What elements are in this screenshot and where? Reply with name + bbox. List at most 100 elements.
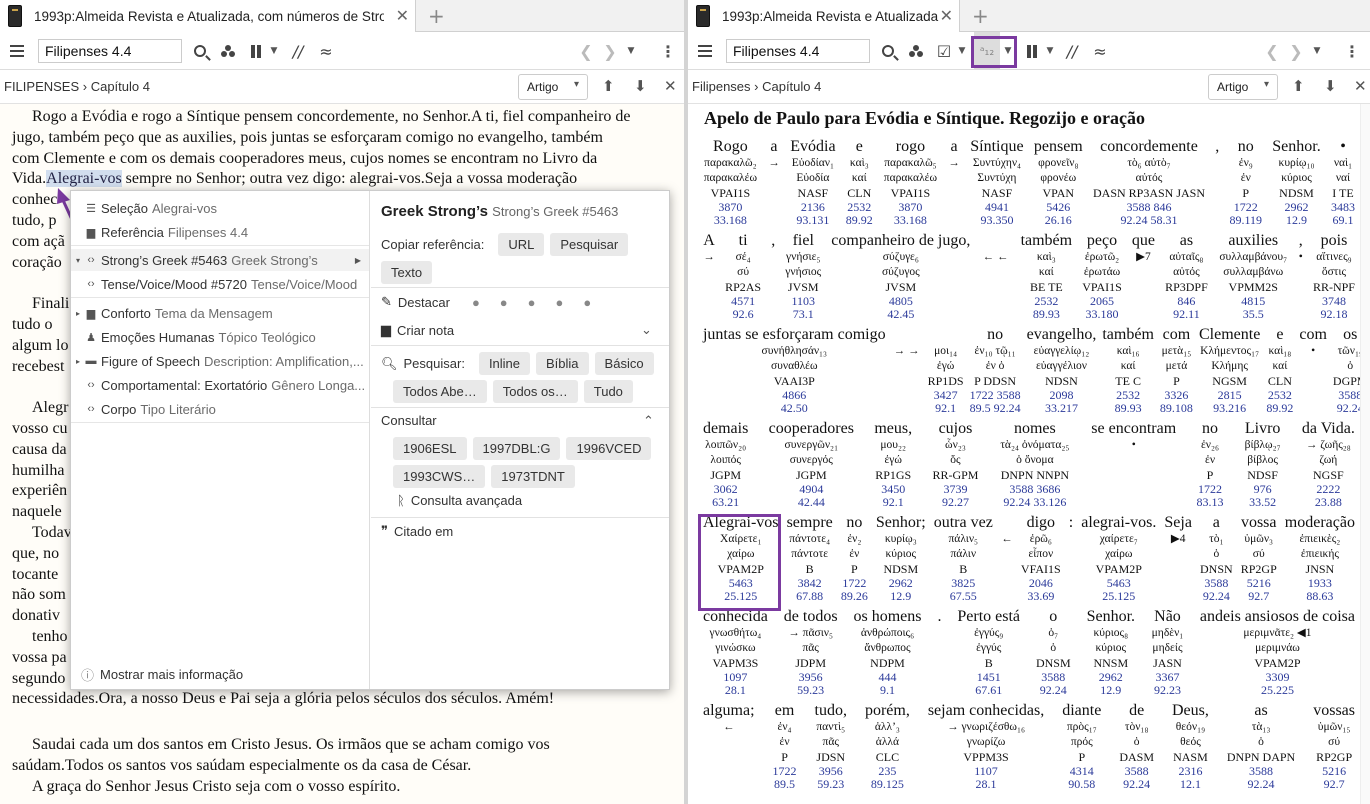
view-mode-dropdown[interactable]: Artigo (1208, 74, 1278, 100)
menu-item-figure-of-speech[interactable]: ▸ ▬ Figure of Speech Description: Amplifica… (71, 350, 369, 372)
interlinear-word[interactable]: , (770, 232, 776, 306)
parallel-icon[interactable] (246, 32, 266, 70)
interlinear-word[interactable]: Não μηδὲν₁ μηδείς JASN 3367 92.23 (1150, 608, 1185, 697)
interlinear-word[interactable]: juntas se esforçaram comigo συνήθλησάν₁₃ σ… (702, 326, 887, 415)
new-tab-icon[interactable]: + (972, 4, 989, 28)
interlinear-word[interactable]: alguma; ← (702, 702, 756, 776)
interlinear-word[interactable]: Evódia Εὐοδίαν₁ Εὐοδία NASF 2136 93.131 (789, 138, 836, 227)
more-options-icon[interactable]: ⋮ (1344, 32, 1360, 70)
interlinear-word[interactable]: Senhor. κύριος₈ κύριος NNSM 2962 12.9 (1086, 608, 1136, 697)
interlinear-word[interactable]: tudo, παντὶ₅ πᾶς JDSN 3956 59.23 (814, 702, 848, 791)
interlinear-word[interactable]: conhecida γνωσθήτω₄ γινώσκω VAPM3S 1097 28.1 (702, 608, 769, 697)
interlinear-word[interactable]: alegrai-vos. χαίρετε₇ χαίρω VPAM2P 5463 25.12… (1080, 514, 1157, 603)
interlinear-word[interactable]: ← ← (979, 232, 1011, 306)
more-options-icon[interactable]: ⋮ (660, 32, 676, 70)
lookup-source-button[interactable]: 1997DBL:G (472, 437, 561, 460)
visual-filter-icon[interactable] (218, 32, 238, 70)
breadcrumb[interactable]: FILIPENSES › Capítulo 4 (4, 79, 150, 94)
close-panel-icon[interactable]: ✕ (664, 77, 677, 95)
text-compare-icon[interactable]: ≈ (316, 32, 336, 70)
search-icon[interactable] (190, 32, 210, 70)
interlinear-word[interactable]: pois αἵτινες₉ ὅστις RR-NPF 3748 92.18 (1312, 232, 1356, 321)
interlinear-word[interactable]: pensem φρονεῖν₈ φρονέω VPAN 5426 26.16 (1033, 138, 1084, 227)
view-mode-dropdown[interactable]: Artigo (518, 74, 588, 100)
interlinear-word[interactable]: → → (891, 326, 923, 400)
interlinear-word[interactable]: peço ἐρωτῶ₂ ἐρωτάω VPAI1S 2065 33.180 (1081, 232, 1123, 321)
reference-input[interactable]: Filipenses 4.4 (38, 39, 182, 63)
breadcrumb-book[interactable]: Filipenses (692, 79, 751, 94)
parallel-icon[interactable] (1022, 32, 1042, 70)
breadcrumb-book[interactable]: FILIPENSES (4, 79, 79, 94)
interlinear-word[interactable]: Deus, θεόν₁₉ θεός NASM 2316 12.1 (1171, 702, 1210, 791)
interlinear-word[interactable]: da Vida. → ζωῆς₂₈ ζωή NGSF 2222 23.88 (1301, 420, 1356, 509)
interlinear-word[interactable]: moderação ἐπιεικὲς₂ ἐπιεικής JNSN 1933 88.63 (1284, 514, 1356, 603)
left-document-tab[interactable]: 1993p:Almeida Revista e Atualizada, com … (0, 0, 416, 32)
interlinear-word[interactable]: concordemente τὸ₆ αὐτὸ₇ αὐτός DASN RP3ASN J… (1092, 138, 1206, 227)
highlight-styles[interactable]: ●●●●● (472, 295, 611, 310)
interlinear-word[interactable]: vossas ὑμῶν₁₅ σύ RP2GP 5216 92.7 (1312, 702, 1356, 791)
interlinear-word[interactable]: sejam conhecidas, → γνωριζέσθω₁₆ γνωρίζω VP… (927, 702, 1045, 791)
copy-text-button[interactable]: Texto (381, 261, 433, 284)
new-tab-icon[interactable]: + (428, 4, 445, 28)
vertical-scrollbar[interactable] (1360, 104, 1370, 804)
checklist-dropdown-icon[interactable]: ▼ (956, 32, 968, 70)
sync-icon[interactable]: // (288, 32, 308, 70)
breadcrumb-chapter[interactable]: Capítulo 4 (762, 79, 821, 94)
interlinear-word[interactable]: com • (1298, 326, 1328, 400)
interlinear-word[interactable]: que ▶7 (1131, 232, 1156, 306)
search-everything-button[interactable]: Tudo (583, 380, 633, 403)
interlinear-word[interactable]: com μετὰ₁₅ μετά P 3326 89.108 (1159, 326, 1194, 415)
interlinear-word[interactable]: Síntique Συντύχην₄ Συντύχη NASF 4941 93.350 (969, 138, 1024, 227)
lookup-source-button[interactable]: 1996VCED (566, 437, 652, 460)
search-all-button[interactable]: Todos os… (492, 380, 578, 403)
interlinear-word[interactable]: Senhor; κυρίῳ₃ κύριος NDSM 2962 12.9 (875, 514, 927, 603)
interlinear-word[interactable]: no ἐν₂ ἐν P 1722 89.26 (840, 514, 869, 603)
menu-item-reference[interactable]: ▆ Referência Filipenses 4.4 (71, 221, 369, 243)
interlinear-word[interactable]: de todos → πᾶσιν₅ πᾶς JDPM 3956 59.23 (783, 608, 839, 697)
interlinear-word[interactable]: nomes τὰ₂₄ ὀνόματα₂₅ ὁ ὄνομα DNPN NNPN 3588 … (998, 420, 1072, 509)
search-basic-button[interactable]: Básico (594, 352, 654, 375)
interlinear-word[interactable]: e καὶ₃ καί CLN 2532 89.92 (845, 138, 874, 227)
close-panel-icon[interactable]: ✕ (1354, 77, 1367, 95)
interlinear-word[interactable]: auxilies συλλαμβάνου₇ συλλαμβάνω VPMM2S 4815… (1217, 232, 1290, 321)
interlinear-word[interactable]: também καὶ₁₆ καί TE C 2532 89.93 (1101, 326, 1155, 415)
show-more-info[interactable]: ⓘ Mostrar mais informação (81, 663, 369, 685)
menu-item-tense-voice-mood[interactable]: ‹› Tense/Voice/Mood #5720 Tense/Voice/Mood (71, 273, 369, 295)
interlinear-word[interactable]: , • (1298, 232, 1304, 306)
interlinear-word[interactable]: no ἐν₂₆ ἐν P 1722 83.13 (1196, 420, 1225, 509)
interlinear-word[interactable]: sempre πάντοτε₄ πάντοτε B 3842 67.88 (786, 514, 834, 603)
create-note-button[interactable]: Criar nota (397, 323, 454, 338)
menu-icon[interactable] (696, 32, 714, 70)
interlinear-word[interactable]: no ἐν₁₀ τῷ₁₁ ἐν ὁP DDSN 1722 3588 89.5 92.24 (969, 326, 1022, 415)
menu-item-comfort[interactable]: ▸ ▆ Conforto Tema da Mensagem (71, 302, 369, 324)
interlinear-word[interactable]: Clemente Κλήμεντος₁₇ Κλήμης NGSM 2815 93.216 (1198, 326, 1261, 415)
cited-in-link[interactable]: Citado em (394, 524, 453, 539)
menu-item-selection[interactable]: ☰ Seleção Alegrai-vos (71, 197, 369, 219)
previous-section-icon[interactable]: ⬆ (602, 77, 615, 95)
interlinear-word[interactable]: • ναὶ₁ ναί I TE 3483 69.1 (1330, 138, 1356, 227)
close-tab-icon[interactable]: ✕ (940, 6, 953, 25)
interlinear-word[interactable]: digo ἐρῶ₆ εἶπον VFAI1S 2046 33.69 (1020, 514, 1062, 603)
interlinear-word[interactable]: Seja ▶4 (1163, 514, 1193, 588)
interlinear-word[interactable]: os homens ἀνθρώποις₆ ἄνθρωπος NDPM 444 9.1 (853, 608, 923, 697)
forward-icon[interactable]: ❯ (1286, 32, 1306, 70)
menu-item-body[interactable]: ‹› Corpo Tipo Literário (71, 398, 369, 420)
menu-item-strongs[interactable]: ▾ ‹› Strong’s Greek #5463 Greek Strong’s ▶ (71, 249, 369, 271)
interlinear-word[interactable]: em ἐν₄ ἐν P 1722 89.5 (772, 702, 798, 791)
close-tab-icon[interactable]: ✕ (396, 6, 409, 25)
lookup-source-button[interactable]: 1906ESL (393, 437, 467, 460)
history-dropdown-icon[interactable]: ▼ (1310, 32, 1324, 70)
history-dropdown-icon[interactable]: ▼ (624, 32, 638, 70)
expand-icon[interactable]: ▾ (73, 256, 83, 265)
copy-search-button[interactable]: Pesquisar (550, 233, 629, 256)
next-section-icon[interactable]: ⬇ (1324, 77, 1337, 95)
interlinear-word[interactable]: ← (1000, 514, 1014, 588)
expand-icon[interactable]: ▸ (73, 309, 83, 318)
interlinear-word[interactable]: fiel γνήσιε₅ γνήσιος JVSM 1103 73.1 (784, 232, 822, 321)
parallel-dropdown-icon[interactable]: ▼ (268, 32, 280, 70)
interlinear-word[interactable]: Senhor. κυρίῳ₁₀ κύριος NDSM 2962 12.9 (1271, 138, 1321, 227)
search-inline-button[interactable]: Inline (478, 352, 531, 375)
reference-input[interactable]: Filipenses 4.4 (726, 39, 870, 63)
menu-item-human-emotions[interactable]: ♟ Emoções Humanas Tópico Teológico (71, 326, 369, 348)
selected-word[interactable]: Alegrai-vos (46, 170, 122, 188)
